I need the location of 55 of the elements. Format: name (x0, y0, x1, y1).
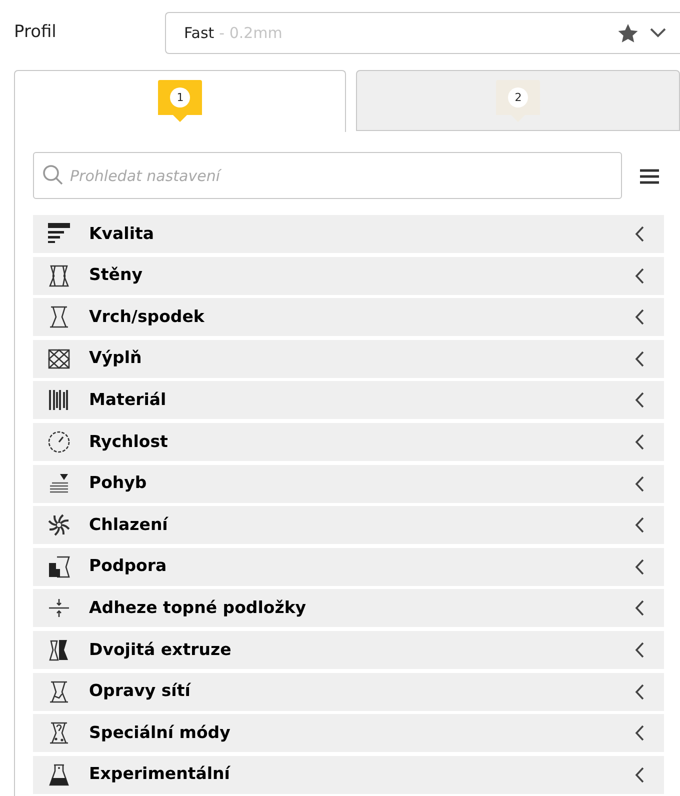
category-row[interactable]: Opravy sítí (33, 672, 664, 711)
lines-icon (47, 222, 71, 246)
search-icon (42, 164, 64, 186)
category-row[interactable]: Kvalita (33, 215, 664, 253)
chevron-icon (635, 558, 644, 575)
vase-icon (47, 305, 71, 330)
crosshatch-icon (47, 346, 71, 371)
tab[interactable]: 2 (356, 70, 680, 131)
profile-label: Profil (14, 21, 58, 44)
chevron-icon (635, 517, 644, 534)
category-row[interactable]: Výplň (33, 340, 664, 378)
marker-icon (496, 80, 540, 122)
category-row[interactable]: Materiál (33, 381, 664, 420)
fan-icon (47, 513, 71, 538)
chevron-icon (635, 600, 644, 616)
chevron-icon (635, 434, 644, 450)
chevron-icon (635, 725, 644, 742)
vase-icon (47, 264, 71, 288)
profile-dropdown[interactable]: Fast - 0.2mm (165, 12, 680, 54)
profile-detail: - 0.2mm (219, 22, 282, 44)
caret-icon[interactable] (650, 28, 666, 38)
flask-icon (47, 762, 71, 787)
special-mode-icon (47, 721, 71, 746)
menu-icon[interactable] (640, 168, 659, 184)
marker-icon (158, 80, 202, 122)
support-icon (47, 554, 71, 579)
chevron-icon (635, 642, 644, 658)
chevron-icon (635, 226, 644, 242)
category-row[interactable]: Vrch/spodek (33, 298, 664, 336)
filament-icon (47, 388, 71, 412)
category-row[interactable]: Rychlost (33, 422, 664, 461)
star-icon[interactable] (618, 24, 638, 42)
category-row[interactable]: Adheze topné podložky (33, 589, 664, 628)
tab[interactable]: 1 (14, 70, 346, 132)
chevron-icon (635, 476, 644, 492)
chevron-icon (635, 766, 644, 783)
chevron-icon (635, 392, 644, 408)
profile-name: Fast (184, 22, 214, 44)
category-row[interactable]: Speciální módy (33, 714, 664, 752)
mesh-icon (47, 680, 71, 704)
category-row[interactable]: Pohyb (33, 464, 664, 503)
chevron-icon (635, 268, 644, 284)
chevron-icon (635, 309, 644, 326)
category-row[interactable]: Podpora (33, 548, 664, 586)
category-row[interactable]: Stěny (33, 256, 664, 295)
category-row[interactable]: Experimentální (33, 756, 664, 794)
chevron-icon (635, 684, 644, 700)
search-field[interactable]: Prohledat nastavení (33, 152, 622, 199)
gauge-icon (47, 430, 71, 454)
tab-number: 1 (176, 90, 185, 106)
category-row[interactable]: Chlazení (33, 506, 664, 544)
category-row[interactable]: Dvojitá extruze (33, 630, 664, 669)
chevron-icon (635, 350, 644, 367)
dual-extrusion-icon (47, 638, 71, 662)
tab-number: 2 (514, 90, 523, 106)
